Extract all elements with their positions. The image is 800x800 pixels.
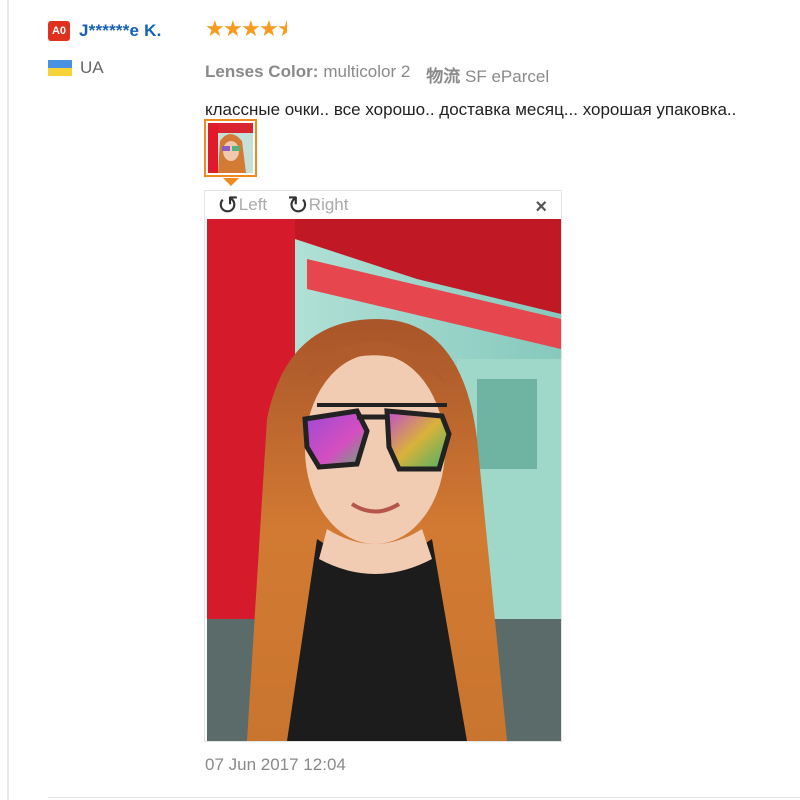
order-attributes: Lenses Color: multicolor 2 物流 SF eParcel	[205, 62, 785, 86]
rotate-right-icon: ↻	[287, 190, 309, 220]
star-icon: ★	[241, 16, 261, 41]
star-rating: ★ ★ ★ ★ ★	[205, 16, 785, 42]
star-icon: ★	[223, 16, 243, 41]
review-photo	[207, 219, 561, 741]
buyer-level-badge: A0	[48, 21, 70, 41]
review-body: ★ ★ ★ ★ ★ Lenses Color: multicolor 2 物流 …	[205, 16, 785, 124]
rotate-right-button[interactable]: ↻ Right	[287, 192, 348, 218]
viewer-toolbar: ↺ Left ↻ Right ×	[205, 191, 561, 219]
left-border	[7, 0, 9, 800]
close-icon[interactable]: ×	[535, 196, 547, 219]
star-icon: ★	[259, 16, 279, 41]
rotate-right-label: Right	[308, 195, 349, 214]
rotate-left-icon: ↺	[217, 190, 239, 220]
reviewer-name-link[interactable]: J******e K.	[79, 21, 162, 41]
thumbnail-pointer	[223, 178, 239, 186]
ukraine-flag-icon	[48, 60, 72, 76]
star-icon: ★	[277, 18, 287, 40]
star-icon: ★	[205, 16, 225, 41]
shipping-label: 物流	[426, 67, 461, 86]
reviewer-country: UA	[80, 58, 104, 77]
reviewer-info: A0 J******e K. UA	[48, 18, 198, 78]
attribute-value: multicolor 2	[323, 62, 411, 81]
photo-viewer: ↺ Left ↻ Right ×	[204, 190, 562, 742]
rotate-left-button[interactable]: ↺ Left	[217, 192, 267, 218]
review-text: классные очки.. все хорошо.. доставка ме…	[205, 100, 737, 119]
rotate-left-label: Left	[238, 195, 268, 214]
review-timestamp: 07 Jun 2017 12:04	[205, 755, 346, 774]
shipping-value: SF eParcel	[465, 67, 550, 86]
review-photo-thumbnail[interactable]	[204, 119, 257, 177]
divider	[48, 797, 800, 798]
attribute-label: Lenses Color:	[205, 62, 319, 81]
